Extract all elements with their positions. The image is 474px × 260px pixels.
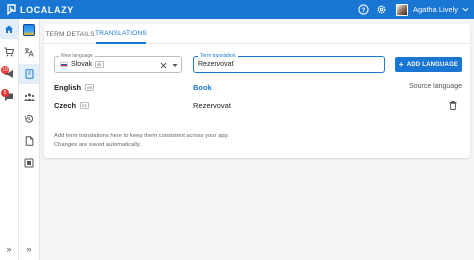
history-icon bbox=[24, 114, 34, 123]
new-language-value: Slovak bbox=[71, 61, 93, 68]
row-language-name: Czech bbox=[54, 101, 77, 110]
language-row-english: English en bbox=[54, 83, 95, 92]
nav-home[interactable] bbox=[0, 19, 18, 39]
tab-term-details[interactable]: TERM DETAILS bbox=[44, 24, 96, 44]
file-icon bbox=[25, 136, 33, 146]
add-language-label: ADD LANGUAGE bbox=[406, 61, 459, 68]
top-app-bar: LOCALAZY ? Agatha Lively bbox=[0, 0, 474, 19]
home-icon bbox=[5, 25, 13, 33]
help-line: Changes are saved automatically. bbox=[54, 142, 141, 148]
nav-translate[interactable] bbox=[19, 42, 39, 62]
nav-team[interactable] bbox=[19, 87, 39, 107]
user-menu[interactable]: Agatha Lively bbox=[395, 3, 469, 16]
nav-messages[interactable]: 5 bbox=[0, 87, 18, 107]
messages-badge: 5 bbox=[1, 89, 9, 97]
row-language-code: cs bbox=[80, 102, 89, 109]
people-icon bbox=[23, 93, 35, 101]
language-row-czech: Czech cs bbox=[54, 101, 89, 110]
nav-notifications[interactable]: 10 bbox=[0, 64, 18, 84]
add-language-button[interactable]: + ADD LANGUAGE bbox=[395, 57, 462, 72]
slovak-flag-icon bbox=[60, 62, 68, 67]
gear-icon[interactable] bbox=[375, 3, 388, 16]
plus-icon: + bbox=[398, 59, 404, 69]
source-language-label: Source language bbox=[409, 83, 462, 90]
project-thumbnail bbox=[23, 24, 35, 36]
image-icon bbox=[24, 158, 34, 168]
chevron-down-icon bbox=[462, 7, 469, 12]
app-logo[interactable]: LOCALAZY bbox=[7, 4, 74, 15]
nav-store[interactable] bbox=[0, 42, 18, 62]
term-tabs: TERM DETAILS TRANSLATIONS bbox=[44, 24, 470, 44]
trash-icon[interactable] bbox=[449, 101, 457, 110]
user-name: Agatha Lively bbox=[412, 5, 458, 14]
avatar bbox=[395, 3, 408, 16]
project-nav: » bbox=[19, 19, 40, 260]
new-language-select[interactable]: New language Slovak sk bbox=[54, 53, 182, 73]
nav-file[interactable] bbox=[19, 131, 39, 151]
svg-text:?: ? bbox=[362, 7, 366, 14]
localazy-logo-icon bbox=[7, 4, 16, 15]
translate-icon bbox=[24, 48, 34, 57]
book-icon bbox=[25, 69, 33, 79]
chevron-down-icon[interactable] bbox=[172, 63, 178, 68]
primary-nav: 10 5 » bbox=[0, 19, 19, 260]
help-text: Add term translations here to keep them … bbox=[54, 132, 229, 150]
nav-history[interactable] bbox=[19, 109, 39, 129]
term-translation-value: Rezervovať bbox=[198, 61, 235, 68]
nav-project[interactable] bbox=[19, 20, 39, 40]
term-translation-input[interactable]: Term translation Rezervovať bbox=[193, 53, 385, 73]
translation-text[interactable]: Rezervovat bbox=[193, 101, 231, 110]
cart-icon bbox=[4, 47, 14, 57]
expand-primary-nav-button[interactable]: » bbox=[0, 241, 18, 257]
notifications-badge: 10 bbox=[1, 66, 9, 74]
double-chevron-right-icon: » bbox=[26, 244, 32, 254]
clear-icon[interactable] bbox=[160, 62, 167, 69]
row-language-code: en bbox=[85, 84, 95, 91]
language-code-chip: sk bbox=[95, 61, 104, 68]
help-circle-icon[interactable]: ? bbox=[357, 3, 370, 16]
nav-glossary[interactable] bbox=[19, 64, 39, 84]
source-term-link[interactable]: Book bbox=[193, 83, 212, 92]
row-language-name: English bbox=[54, 83, 82, 92]
nav-screenshots[interactable] bbox=[19, 153, 39, 173]
double-chevron-right-icon: » bbox=[6, 244, 12, 254]
tab-translations[interactable]: TRANSLATIONS bbox=[95, 24, 147, 44]
expand-project-nav-button[interactable]: » bbox=[19, 241, 39, 257]
help-line: Add term translations here to keep them … bbox=[54, 133, 230, 139]
app-name: LOCALAZY bbox=[20, 4, 74, 15]
